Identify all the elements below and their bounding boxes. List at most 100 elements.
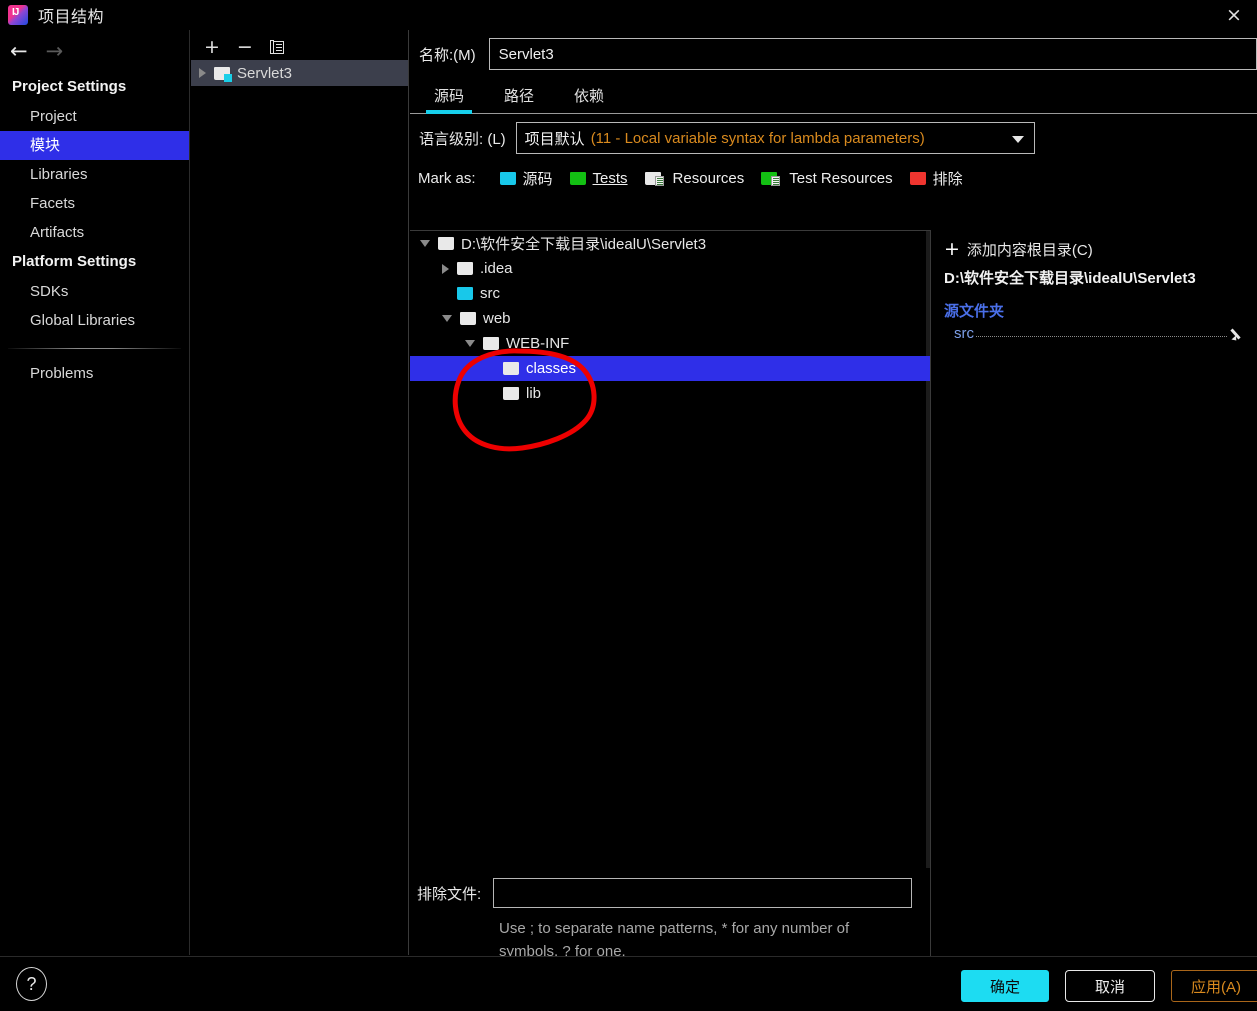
plus-icon: + — [944, 238, 960, 260]
tree-row-label: D:\软件安全下载目录\idealU\Servlet3 — [461, 236, 707, 253]
remove-module-icon[interactable]: − — [237, 37, 253, 57]
back-arrow-icon[interactable]: ← — [10, 40, 28, 62]
module-list-item-label: Servlet3 — [237, 64, 293, 82]
add-module-icon[interactable]: + — [204, 37, 220, 57]
language-level-value: 项目默认 — [524, 130, 585, 148]
window-title: 项目结构 — [38, 9, 105, 26]
settings-sidebar: ← → Project Settings Project 模块 Librarie… — [0, 30, 190, 955]
tree-row[interactable]: web — [410, 306, 930, 331]
help-icon[interactable]: ? — [16, 967, 47, 1001]
mark-as-excluded-label: 排除 — [932, 170, 963, 188]
chevron-right-icon[interactable] — [199, 68, 206, 78]
tree-row[interactable]: src — [410, 281, 930, 306]
chevron-down-icon[interactable] — [465, 340, 475, 347]
folder-icon — [214, 66, 232, 82]
pencil-icon[interactable] — [1231, 326, 1247, 342]
source-folder-entry[interactable]: src — [954, 325, 1247, 342]
folder-icon — [460, 312, 476, 325]
ok-button[interactable]: 确定 — [961, 970, 1049, 1002]
tree-row-label: lib — [526, 385, 542, 402]
tree-row[interactable]: .idea — [410, 256, 930, 281]
tree-row-label: WEB-INF — [506, 335, 570, 352]
sidebar-divider — [8, 348, 181, 349]
resources-folder-icon — [644, 171, 664, 186]
mark-as-row: Mark as: 源码 Tests Resources Test Resourc… — [410, 162, 1257, 194]
mark-as-resources-label: Resources — [672, 169, 745, 187]
sidebar-item-libraries[interactable]: Libraries — [0, 160, 189, 189]
tab-dependencies[interactable]: 依赖 — [566, 85, 612, 113]
tree-row[interactable]: D:\软件安全下载目录\idealU\Servlet3 — [410, 231, 930, 256]
language-level-detail: (11 - Local variable syntax for lambda p… — [590, 129, 925, 147]
dotted-leader — [976, 325, 1227, 337]
source-folders-section-label[interactable]: 源文件夹 — [944, 300, 1247, 321]
chevron-right-icon[interactable] — [442, 263, 449, 274]
module-list-toolbar: + − — [191, 30, 408, 60]
test-resources-folder-icon — [761, 171, 781, 186]
sidebar-group-platform-settings: Platform Settings — [12, 253, 137, 270]
excluded-folder-icon — [909, 171, 926, 185]
sources-folder-icon — [499, 171, 516, 185]
folder-icon — [483, 337, 499, 350]
tests-folder-icon — [569, 171, 586, 185]
mark-as-resources-button[interactable]: Resources — [644, 169, 745, 187]
sidebar-nav-arrows: ← → — [0, 30, 189, 72]
mark-as-excluded-button[interactable]: 排除 — [909, 168, 963, 189]
language-level-dropdown[interactable]: 项目默认 (11 - Local variable syntax for lam… — [515, 122, 1035, 154]
mark-as-test-resources-label: Test Resources — [789, 169, 893, 187]
title-bar: 项目结构 × — [0, 0, 1257, 30]
tree-row[interactable]: lib — [410, 381, 930, 406]
tree-row-label: classes — [526, 360, 577, 377]
module-tabs: 源码 路径 依赖 — [410, 78, 1257, 114]
content-root-details-panel: + 添加内容根目录(C) D:\软件安全下载目录\idealU\Servlet3… — [932, 230, 1257, 985]
project-structure-dialog: 项目结构 × ← → Project Settings Project 模块 L… — [0, 0, 1257, 1011]
tree-row-label: src — [480, 285, 500, 302]
sidebar-item-artifacts[interactable]: Artifacts — [0, 218, 189, 247]
tab-sources[interactable]: 源码 — [426, 85, 473, 114]
sidebar-item-facets[interactable]: Facets — [0, 189, 189, 218]
language-level-label: 语言级别: (L) — [419, 130, 506, 148]
tree-row-label: web — [483, 310, 511, 327]
tab-paths[interactable]: 路径 — [496, 85, 542, 113]
folder-icon — [503, 362, 519, 375]
module-name-row: 名称:(M) — [410, 30, 1257, 78]
close-icon[interactable]: × — [1211, 0, 1257, 30]
intellij-idea-logo-icon — [8, 5, 28, 25]
forward-arrow-icon[interactable]: → — [46, 40, 64, 62]
mark-as-sources-label: 源码 — [522, 170, 553, 188]
cancel-button[interactable]: 取消 — [1065, 970, 1155, 1002]
folder-icon — [503, 387, 519, 400]
module-list-panel: + − Servlet3 — [191, 30, 409, 955]
module-detail-panel: 名称:(M) 源码 路径 依赖 语言级别: (L) 项目默认 (11 - Loc… — [410, 30, 1257, 985]
sidebar-item-global-libraries[interactable]: Global Libraries — [0, 306, 189, 335]
apply-button[interactable]: 应用(A) — [1171, 970, 1257, 1002]
content-root-tree: D:\软件安全下载目录\idealU\Servlet3 .idea src we… — [410, 230, 931, 868]
chevron-down-icon[interactable] — [420, 240, 430, 247]
module-name-input[interactable] — [488, 38, 1257, 70]
source-folder-name: src — [954, 325, 974, 342]
tree-row[interactable]: classes — [410, 356, 930, 381]
module-name-label: 名称:(M) — [419, 46, 476, 64]
mark-as-tests-label: Tests — [592, 169, 628, 187]
chevron-down-icon[interactable] — [442, 315, 452, 322]
module-list-item-servlet3[interactable]: Servlet3 — [191, 60, 408, 86]
mark-as-tests-button[interactable]: Tests — [569, 169, 628, 187]
sidebar-item-sdks[interactable]: SDKs — [0, 277, 189, 306]
sidebar-item-modules[interactable]: 模块 — [0, 131, 189, 160]
tree-row-label: .idea — [480, 260, 513, 277]
chevron-down-icon[interactable] — [1011, 136, 1024, 143]
sidebar-item-project[interactable]: Project — [0, 102, 189, 131]
mark-as-test-resources-button[interactable]: Test Resources — [761, 169, 893, 187]
folder-icon — [438, 237, 454, 250]
exclude-files-input[interactable] — [493, 878, 913, 908]
copy-module-icon[interactable] — [269, 39, 285, 55]
language-level-row: 语言级别: (L) 项目默认 (11 - Local variable synt… — [410, 114, 1257, 162]
sidebar-item-problems[interactable]: Problems — [0, 359, 189, 388]
mark-as-sources-button[interactable]: 源码 — [499, 168, 553, 189]
sidebar-group-project-settings: Project Settings — [12, 78, 127, 95]
add-content-root-label: 添加内容根目录(C) — [966, 242, 1093, 259]
add-content-root-button[interactable]: + 添加内容根目录(C) — [944, 239, 1247, 260]
exclude-files-label: 排除文件: — [417, 885, 482, 903]
tree-row[interactable]: WEB-INF — [410, 331, 930, 356]
content-root-path: D:\软件安全下载目录\idealU\Servlet3 — [944, 270, 1196, 287]
source-folder-icon — [457, 287, 473, 300]
